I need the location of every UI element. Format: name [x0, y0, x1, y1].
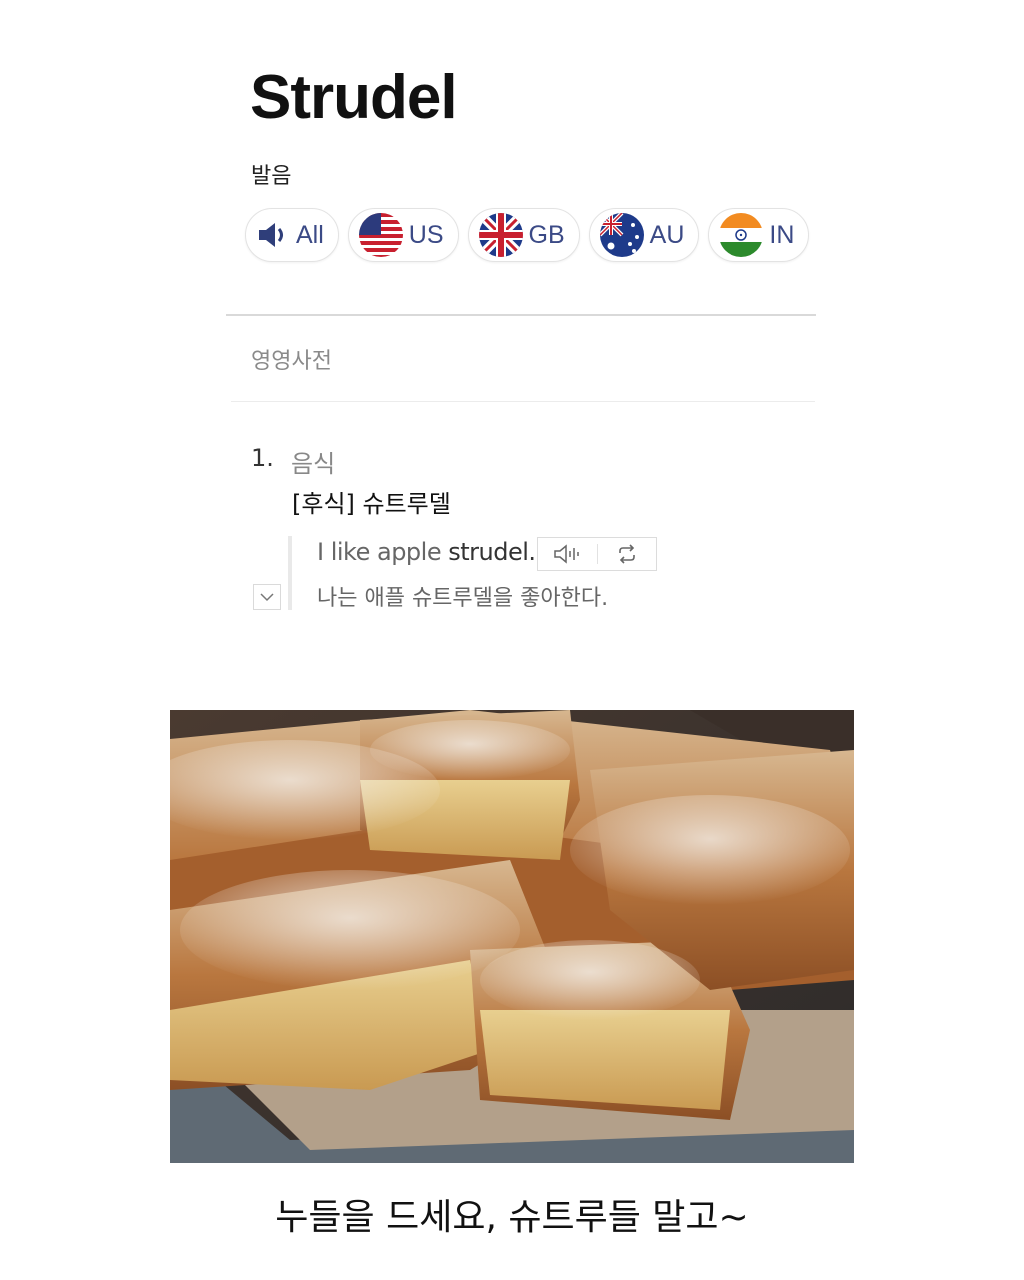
example-quote-bar	[288, 536, 292, 610]
example-english-keyword: strudel.	[448, 538, 536, 566]
definition-meaning: [후식] 슈트루델	[292, 490, 451, 518]
pronunciation-buttons: All US GB AU IN	[245, 208, 810, 262]
caption: 누들을 드세요, 슈트루들 말고~	[275, 1197, 749, 1238]
entry-word: Strudel	[250, 63, 458, 132]
example-english-prefix: I like apple	[317, 538, 449, 566]
pronunciation-in-label: IN	[769, 220, 795, 249]
strudel-photo-illustration	[170, 710, 854, 1163]
pronunciation-us-button[interactable]: US	[347, 208, 459, 262]
pronunciation-in-button[interactable]: IN	[708, 208, 810, 262]
expand-button[interactable]	[253, 584, 281, 610]
divider	[226, 314, 816, 316]
definition-number: 1.	[251, 444, 274, 472]
repeat-icon	[618, 544, 635, 564]
strudel-photo	[170, 710, 854, 1163]
pronunciation-gb-label: GB	[528, 220, 565, 249]
chevron-down-icon	[260, 593, 274, 602]
divider	[231, 401, 815, 402]
pronunciation-gb-button[interactable]: GB	[467, 208, 580, 262]
in-flag-icon	[719, 213, 764, 257]
pronunciation-all-label: All	[296, 220, 324, 249]
pronunciation-au-button[interactable]: AU	[588, 208, 700, 262]
section-title[interactable]: 영영사전	[251, 343, 332, 375]
speaker-outline-icon	[554, 544, 579, 564]
us-flag-icon	[358, 213, 403, 257]
pronunciation-label: 발음	[251, 164, 292, 189]
gb-flag-icon	[478, 213, 523, 257]
definition-category: 음식	[291, 450, 336, 478]
pronunciation-au-label: AU	[649, 220, 685, 249]
example-korean: 나는 애플 슈트루델을 좋아한다.	[317, 586, 609, 611]
example-tools	[537, 537, 657, 571]
pronunciation-us-label: US	[408, 220, 444, 249]
speaker-icon	[259, 223, 283, 247]
example-english: I like apple strudel.	[317, 538, 536, 566]
au-flag-icon	[599, 213, 644, 257]
example-repeat-button[interactable]	[598, 538, 657, 570]
example-listen-button[interactable]	[538, 538, 597, 570]
pronunciation-all-button[interactable]: All	[245, 208, 339, 262]
